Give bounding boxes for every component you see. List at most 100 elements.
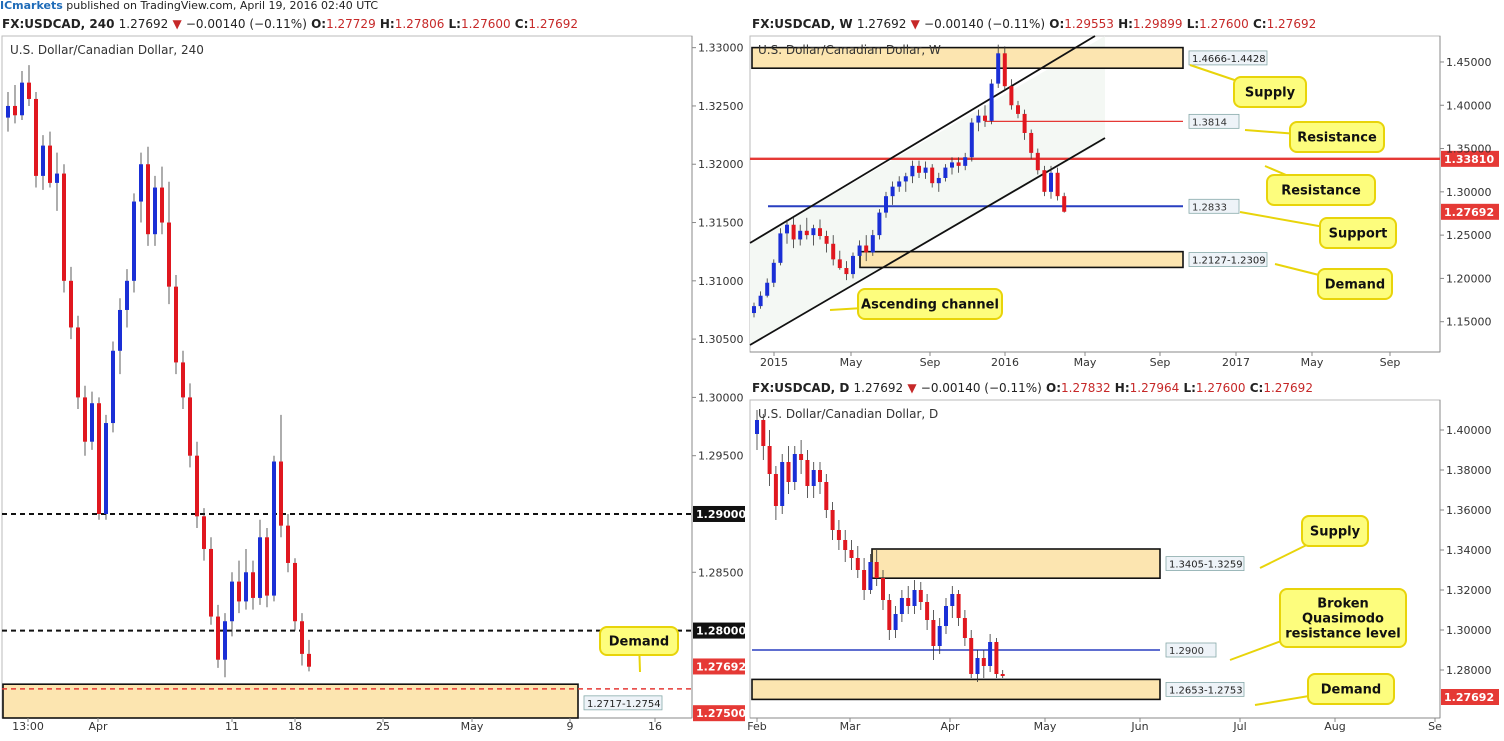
h4-candle-body xyxy=(265,537,269,596)
weekly-chart-title: U.S. Dollar/Canadian Dollar, W xyxy=(758,43,941,57)
weekly-candle-body xyxy=(870,235,875,253)
h4-candle-body xyxy=(307,653,311,667)
daily-x-tick-label: Apr xyxy=(940,720,960,733)
daily-candle-body xyxy=(975,658,980,674)
weekly-candle-body xyxy=(1035,152,1040,171)
weekly-candle-body xyxy=(1049,172,1053,192)
h4-candle-body xyxy=(146,164,150,235)
h4-candle-body xyxy=(153,187,157,235)
daily-x-tick-label: Se xyxy=(1428,720,1442,733)
daily-y-tick-label: 1.32000 xyxy=(1446,584,1492,597)
weekly-candle-body xyxy=(1029,132,1034,153)
weekly-candle-body xyxy=(976,115,981,123)
daily-candle-body xyxy=(874,562,879,578)
weekly-zone xyxy=(859,250,1184,269)
h4-y-tick-label: 1.30500 xyxy=(698,333,744,346)
weekly-candle-body xyxy=(818,228,822,236)
weekly-resistance-callout-2-text: Resistance xyxy=(1281,184,1361,199)
daily-candle-body xyxy=(799,454,804,460)
weekly-y-tick-label: 1.30000 xyxy=(1446,186,1492,199)
weekly-candle-body xyxy=(758,295,763,307)
h4-level-label: 1.29000 xyxy=(696,508,746,521)
daily-candle-body xyxy=(830,510,835,530)
daily-candle-body xyxy=(773,474,778,506)
weekly-y-tick-label: 1.35000 xyxy=(1446,143,1492,156)
weekly-candle-body xyxy=(864,245,869,253)
h4-candle-body xyxy=(27,82,31,99)
daily-x-tick-label: May xyxy=(1034,720,1057,733)
weekly-candle-body xyxy=(877,212,882,236)
h4-candle-body xyxy=(160,187,164,223)
daily-candle-body xyxy=(950,594,955,606)
weekly-candle-body xyxy=(831,243,836,260)
weekly-candle-body xyxy=(930,167,935,184)
daily-candle-body xyxy=(805,460,810,486)
h4-y-tick-label: 1.32500 xyxy=(698,100,744,113)
h4-candle-body xyxy=(216,616,220,660)
weekly-candle-body xyxy=(936,177,941,184)
h4-candle-body xyxy=(223,621,227,660)
h4-candle-body xyxy=(104,423,108,514)
weekly-candle-body xyxy=(1042,170,1047,192)
h4-candle-body xyxy=(244,572,248,602)
h4-candle-body xyxy=(62,173,66,281)
weekly-level-label: 1.2833 xyxy=(1192,202,1227,213)
weekly-candle-body xyxy=(943,167,948,178)
h4-y-tick-label: 1.31500 xyxy=(698,217,744,230)
weekly-x-tick-label: Sep xyxy=(1380,356,1401,369)
h4-candle-body xyxy=(188,397,192,456)
h4-candle-body xyxy=(132,201,136,281)
daily-zone xyxy=(751,678,1161,701)
daily-candle-body xyxy=(786,462,791,482)
daily-candle-body xyxy=(818,470,822,482)
daily-candle-body xyxy=(780,462,785,506)
weekly-candle-body xyxy=(996,53,1001,84)
daily-demand-callout-text: Demand xyxy=(1321,683,1382,698)
daily-candle-body xyxy=(994,642,999,674)
weekly-candle-body xyxy=(1055,172,1060,197)
weekly-y-tick-label: 1.25000 xyxy=(1446,229,1492,242)
weekly-candle-body xyxy=(903,176,908,182)
daily-zone-label: 1.2653-1.2753 xyxy=(1169,685,1243,696)
weekly-y-tick-label: 1.20000 xyxy=(1446,272,1492,285)
daily-candle-body xyxy=(1000,674,1005,676)
daily-chart-title: U.S. Dollar/Canadian Dollar, D xyxy=(758,407,938,421)
daily-candle-body xyxy=(824,482,829,510)
daily-y-tick-label: 1.30000 xyxy=(1446,624,1492,637)
channel-callout-text: Ascending channel xyxy=(861,298,999,313)
h4-y-tick-label: 1.30000 xyxy=(698,391,744,404)
daily-x-tick-label: Jun xyxy=(1130,720,1148,733)
weekly-candle-body xyxy=(963,157,968,166)
daily-candle-body xyxy=(836,530,841,540)
weekly-candle-body xyxy=(765,282,770,296)
h4-last-price-label: 1.27692 xyxy=(696,660,746,673)
weekly-candle-body xyxy=(804,230,809,236)
weekly-candle-body xyxy=(811,228,816,236)
daily-candle-body xyxy=(962,618,967,638)
h4-candle-body xyxy=(251,572,255,598)
weekly-level-label: 1.3814 xyxy=(1192,117,1227,128)
daily-qm-callout-text: Quasimodo xyxy=(1302,612,1384,627)
weekly-candle-body xyxy=(1002,53,1007,87)
daily-candle-body xyxy=(899,598,904,614)
h4-candle-body xyxy=(20,82,24,116)
h4-y-tick-label: 1.32000 xyxy=(698,158,744,171)
h4-candle-body xyxy=(76,327,80,398)
h4-candle-body xyxy=(41,145,45,176)
h4-candle-body xyxy=(13,105,17,116)
charts-canvas[interactable]: U.S. Dollar/Canadian Dollar, 240 1.2717-1… xyxy=(0,0,1504,741)
daily-level-label: 1.2900 xyxy=(1169,646,1204,657)
daily-candle-body xyxy=(792,454,797,482)
weekly-candle-body xyxy=(844,268,849,275)
weekly-candle-body xyxy=(851,255,855,275)
weekly-candle-body xyxy=(1022,113,1027,133)
h4-candle-body xyxy=(69,280,73,328)
weekly-candle-body xyxy=(785,224,789,234)
daily-candle-body xyxy=(868,562,873,590)
h4-candle-body xyxy=(90,403,94,442)
daily-candle-body xyxy=(843,540,848,550)
h4-chart-title: U.S. Dollar/Canadian Dollar, 240 xyxy=(10,43,204,57)
h4-candle-body xyxy=(202,516,206,549)
daily-candle-body xyxy=(918,590,923,602)
weekly-x-tick-label: May xyxy=(1074,356,1097,369)
